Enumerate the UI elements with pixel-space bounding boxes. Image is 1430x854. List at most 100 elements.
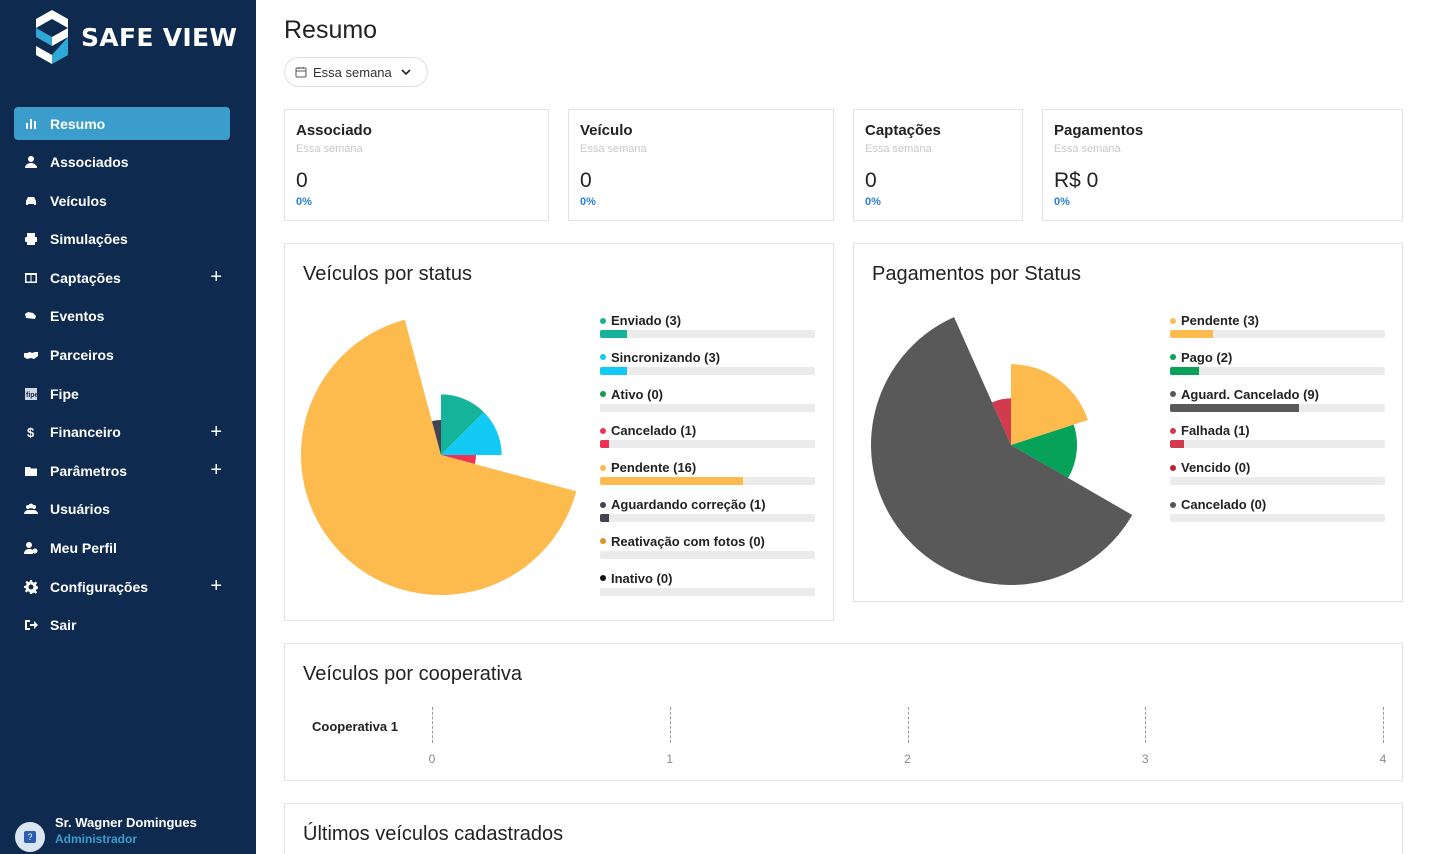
svg-text:fipe: fipe xyxy=(26,392,38,399)
legend-bar-fill xyxy=(1170,366,1199,375)
legend-item[interactable]: Pendente (3) xyxy=(1170,313,1385,343)
legend-item[interactable]: Cancelado (0) xyxy=(1170,497,1385,527)
legend-item[interactable]: Enviado (3) xyxy=(600,313,815,343)
sidebar-item-sair[interactable]: Sair xyxy=(14,609,230,642)
legend-dot xyxy=(1170,317,1176,324)
legend-label: Enviado (3) xyxy=(600,313,681,328)
x-tick-label: 2 xyxy=(904,752,911,766)
legend-item[interactable]: Inativo (0) xyxy=(600,571,815,601)
panel-title: Últimos veículos cadastrados xyxy=(303,823,564,845)
legend-text: Pago (2) xyxy=(1181,349,1233,365)
legend-item[interactable]: Pago (2) xyxy=(1170,350,1385,380)
legend-text: Sincronizando (3) xyxy=(611,349,721,365)
sidebar-item-label: Usuários xyxy=(50,501,110,518)
sidebar-item-eventos[interactable]: Eventos xyxy=(14,300,230,333)
stat-value: R$ 0 xyxy=(1054,169,1099,192)
plus-icon[interactable]: + xyxy=(210,267,222,287)
user-profile[interactable]: ? Sr. Wagner Domingues Administrador xyxy=(15,814,245,854)
pie-slice[interactable] xyxy=(871,317,1133,585)
plus-icon[interactable]: + xyxy=(210,422,222,442)
sidebar: SAFE VIEW Resumo Associados Veículos Simula… xyxy=(0,0,256,854)
legend-text: Reativação com fotos (0) xyxy=(611,533,765,549)
print-icon xyxy=(24,232,38,246)
period-label: Essa semana xyxy=(313,64,392,80)
sidebar-item-resumo[interactable]: Resumo xyxy=(14,107,230,140)
stat-title: Veículo xyxy=(580,122,633,139)
legend-text: Aguardando correção (1) xyxy=(611,497,766,512)
sidebar-item-parceiros[interactable]: Parceiros xyxy=(14,339,230,372)
stat-value: 0 xyxy=(296,169,308,192)
legend-bar-track xyxy=(1170,477,1385,486)
stat-subtitle: Essa semana xyxy=(1054,143,1121,155)
legend-item[interactable]: Ativo (0) xyxy=(600,387,815,417)
vehicles-status-legend: Enviado (3) Sincronizando (3) Ativo (0) Can… xyxy=(600,313,815,603)
category-label: Cooperativa 1 xyxy=(312,719,398,734)
payments-status-panel: Pagamentos por Status Pendente (3) Pago (… xyxy=(853,243,1403,602)
legend-bar-fill xyxy=(600,477,744,486)
sidebar-item-captacoes[interactable]: Captações + xyxy=(14,261,230,294)
legend-item[interactable]: Cancelado (1) xyxy=(600,423,815,453)
legend-item[interactable]: Aguardando correção (1) xyxy=(600,497,815,527)
legend-label: Inativo (0) xyxy=(600,571,672,586)
legend-item[interactable]: Aguard. Cancelado (9) xyxy=(1170,387,1385,417)
legend-item[interactable]: Falhada (1) xyxy=(1170,423,1385,453)
legend-text: Vencido (0) xyxy=(1181,460,1251,476)
logo[interactable]: SAFE VIEW xyxy=(34,10,237,64)
period-selector[interactable]: Essa semana xyxy=(284,57,428,87)
vehicles-status-pie xyxy=(301,319,577,595)
legend-text: Falhada (1) xyxy=(1181,423,1250,439)
sidebar-item-label: Simulações xyxy=(50,231,128,248)
pie-slice[interactable] xyxy=(301,319,577,595)
sidebar-item-label: Financeiro xyxy=(50,424,121,441)
folder-icon xyxy=(24,464,38,478)
sidebar-item-financeiro[interactable]: $ Financeiro + xyxy=(14,416,230,449)
stat-value: 0 xyxy=(865,169,877,192)
sidebar-item-label: Associados xyxy=(50,154,129,171)
legend-item[interactable]: Pendente (16) xyxy=(600,460,815,490)
users-icon xyxy=(24,502,38,516)
legend-bar-fill xyxy=(600,366,627,375)
legend-text: Cancelado (1) xyxy=(611,423,697,439)
panel-title: Veículos por status xyxy=(303,263,472,285)
sidebar-item-parametros[interactable]: Parâmetros + xyxy=(14,454,230,487)
legend-label: Aguard. Cancelado (9) xyxy=(1170,387,1319,402)
car-icon xyxy=(24,194,38,208)
legend-bar-fill xyxy=(1170,403,1299,412)
car-crash-icon xyxy=(24,309,38,323)
legend-dot xyxy=(600,464,606,471)
sidebar-item-simulacoes[interactable]: Simulações xyxy=(14,223,230,256)
stat-card-veiculo: Veículo Essa semana 0 0% xyxy=(568,109,834,221)
svg-text:$: $ xyxy=(27,425,35,439)
calendar-icon xyxy=(295,67,307,78)
legend-bar-track xyxy=(600,366,815,375)
sidebar-item-configuracoes[interactable]: Configurações + xyxy=(14,570,230,603)
legend-bar-track xyxy=(1170,514,1385,522)
legend-item[interactable]: Vencido (0) xyxy=(1170,460,1385,490)
plus-icon[interactable]: + xyxy=(210,460,222,480)
gear-icon xyxy=(24,579,38,594)
legend-item[interactable]: Reativação com fotos (0) xyxy=(600,534,815,564)
legend-bar-track xyxy=(600,403,815,412)
legend-label: Vencido (0) xyxy=(1170,460,1250,475)
legend-bar-track xyxy=(1170,440,1385,449)
sidebar-item-usuarios[interactable]: Usuários xyxy=(14,493,230,526)
legend-text: Enviado (3) xyxy=(611,313,682,328)
avatar: ? xyxy=(15,822,45,852)
columns-icon xyxy=(24,271,38,285)
plus-icon[interactable]: + xyxy=(210,576,222,596)
legend-dot xyxy=(600,317,606,324)
cooperative-axis: 0 1 2 3 4 xyxy=(429,707,1387,777)
legend-bar-track xyxy=(600,550,815,559)
sidebar-item-fipe[interactable]: fipe Fipe xyxy=(14,377,230,410)
sidebar-item-meu-perfil[interactable]: Meu Perfil xyxy=(14,532,230,565)
legend-item[interactable]: Sincronizando (3) xyxy=(600,350,815,380)
legend-text: Inativo (0) xyxy=(611,570,673,586)
sidebar-item-associados[interactable]: Associados xyxy=(14,146,230,179)
sidebar-item-veiculos[interactable]: Veículos xyxy=(14,184,230,217)
page-title: Resumo xyxy=(284,16,378,44)
stat-subtitle: Essa semana xyxy=(580,143,647,155)
chevron-down-icon xyxy=(401,69,411,76)
legend-label: Falhada (1) xyxy=(1170,423,1250,438)
user-icon xyxy=(24,155,38,169)
legend-label: Aguardando correção (1) xyxy=(600,497,766,512)
